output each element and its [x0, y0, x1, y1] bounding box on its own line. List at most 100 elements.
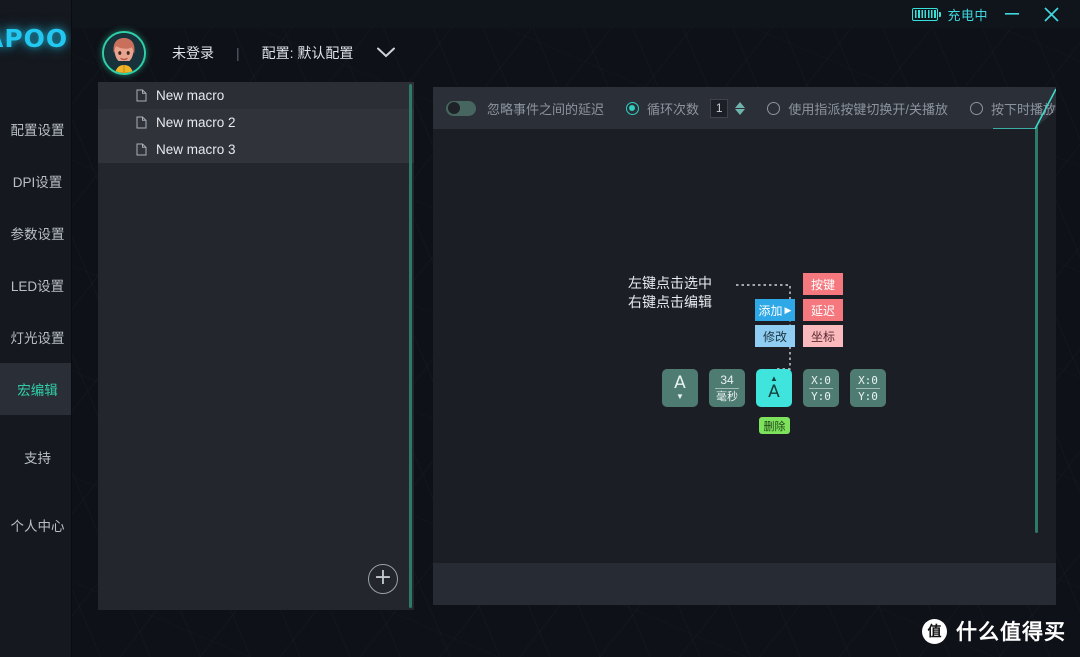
stepper-down-icon[interactable] — [735, 108, 746, 115]
list-item[interactable]: New macro — [98, 82, 414, 109]
toggle-play-label: 使用指派按键切换开/关播放 — [788, 101, 948, 117]
context-add-label: 添加 — [758, 303, 783, 318]
context-submenu-delay[interactable]: 延迟 — [803, 299, 843, 321]
sidebar-item-config[interactable]: 配置设置 — [0, 103, 71, 155]
sidebar-item-support[interactable]: 支持 — [0, 431, 71, 483]
sidebar-item-label: DPI设置 — [12, 175, 63, 190]
hint-line-1: 左键点击选中 — [628, 275, 712, 291]
app-logo: APOO — [0, 0, 71, 77]
node-key-label: A — [674, 373, 686, 393]
node-key-label: A — [768, 382, 780, 402]
header-bar: 未登录 | 配置: 默认配置 — [72, 28, 1080, 77]
list-item[interactable]: New macro 2 — [98, 109, 414, 136]
sidebar-item-dpi[interactable]: DPI设置 — [0, 155, 71, 207]
context-submenu-coordinate[interactable]: 坐标 — [803, 325, 843, 347]
context-menu-add[interactable]: 添加 ▶ — [755, 299, 795, 321]
playback-options-toolbar: 忽略事件之间的延迟 循环次数 1 使用指派按键切换开/关播放 按下时播放 — [433, 87, 1056, 129]
context-menu-modify[interactable]: 修改 — [755, 325, 795, 347]
node-delay-value: 34 — [720, 372, 734, 387]
macro-name: New macro 2 — [156, 115, 236, 130]
loop-count-stepper[interactable] — [735, 101, 746, 115]
profile-selector-label: 配置: 默认配置 — [261, 44, 354, 61]
hint-line-2: 右键点击编辑 — [628, 294, 712, 310]
node-coord-y: Y:0 — [811, 389, 831, 403]
node-divider — [809, 387, 833, 389]
sidebar-item-personal-center[interactable]: 个人中心 — [0, 499, 71, 551]
sidebar-item-label: LED设置 — [10, 279, 65, 294]
minimize-icon — [1005, 13, 1019, 15]
delete-label: 删除 — [763, 420, 786, 433]
sidebar-item-label: 宏编辑 — [17, 383, 58, 398]
node-divider — [856, 387, 880, 389]
delete-node-button[interactable]: 删除 — [759, 417, 790, 434]
sidebar-item-led[interactable]: LED设置 — [0, 259, 71, 311]
sidebar-item-macro-editor[interactable]: 宏编辑 — [0, 363, 71, 415]
press-play-option[interactable]: 按下时播放 — [969, 99, 1056, 118]
loop-count-input[interactable]: 1 — [710, 98, 729, 118]
document-icon — [136, 116, 147, 129]
sidebar-item-label: 灯光设置 — [10, 331, 65, 346]
loop-count-option[interactable]: 循环次数 — [626, 99, 699, 118]
toggle-knob — [447, 102, 460, 114]
loop-count-radio[interactable] — [626, 101, 640, 115]
sidebar-nav: 配置设置 DPI设置 参数设置 LED设置 灯光设置 宏编辑 支持 个人中心 — [0, 103, 71, 551]
context-submenu-key[interactable]: 按键 — [803, 273, 843, 295]
add-macro-button[interactable]: + — [368, 564, 398, 594]
header-separator: | — [236, 44, 240, 61]
key-down-arrow-icon: ▼ — [676, 392, 684, 401]
charge-status-label: 充电中 — [947, 7, 988, 23]
stepper-up-icon[interactable] — [735, 101, 746, 108]
toggle-play-radio[interactable] — [767, 101, 781, 115]
toggle-play-option[interactable]: 使用指派按键切换开/关播放 — [767, 99, 948, 118]
logo-text: APOO — [0, 24, 69, 53]
macro-list-panel: New macro New macro 2 New macro 3 + — [98, 82, 414, 610]
sidebar-item-label: 支持 — [24, 451, 51, 466]
editor-footer-bar — [433, 563, 1056, 605]
node-delay-unit: 毫秒 — [716, 390, 738, 403]
event-node-delay[interactable]: 34 毫秒 — [709, 369, 745, 407]
ignore-delay-label: 忽略事件之间的延迟 — [487, 101, 605, 117]
loop-count-label: 循环次数 — [647, 101, 700, 117]
submenu-coordinate-label: 坐标 — [810, 329, 835, 344]
watermark: 值 什么值得买 — [922, 616, 1066, 646]
event-node-coordinate[interactable]: X:0 Y:0 — [850, 369, 886, 407]
title-bar: 充电中 — [72, 0, 1080, 28]
macro-name: New macro 3 — [156, 142, 236, 157]
loop-count-value: 1 — [715, 101, 723, 115]
close-icon — [1043, 6, 1059, 22]
sidebar-item-parameters[interactable]: 参数设置 — [0, 207, 71, 259]
event-node-key-up[interactable]: ▲ A — [756, 369, 792, 407]
sidebar-item-label: 参数设置 — [10, 227, 65, 242]
event-node-coordinate[interactable]: X:0 Y:0 — [803, 369, 839, 407]
chevron-down-icon[interactable] — [377, 47, 396, 58]
sidebar-item-label: 配置设置 — [10, 123, 65, 138]
event-node-key-down[interactable]: A ▼ — [662, 369, 698, 407]
document-icon — [136, 89, 147, 102]
app-window: APOO 配置设置 DPI设置 参数设置 LED设置 灯光设置 宏编辑 支持 — [0, 0, 1080, 657]
close-button[interactable] — [1036, 0, 1066, 28]
battery-charging-icon — [912, 7, 942, 21]
macro-list: New macro New macro 2 New macro 3 — [98, 82, 414, 163]
node-divider — [715, 387, 739, 389]
minimize-button[interactable] — [997, 0, 1027, 28]
macro-list-scrollbar[interactable] — [409, 84, 412, 608]
avatar[interactable] — [102, 30, 146, 75]
document-icon — [136, 143, 147, 156]
macro-name: New macro — [156, 88, 225, 103]
title-bar-controls: 充电中 — [912, 0, 1066, 28]
press-play-radio[interactable] — [969, 101, 983, 115]
submenu-key-label: 按键 — [810, 277, 835, 292]
login-status-label: 未登录 — [172, 44, 214, 61]
ignore-delay-toggle[interactable] — [446, 100, 476, 116]
battery-bars — [914, 10, 936, 18]
node-coord-x: X:0 — [858, 373, 878, 387]
context-modify-label: 修改 — [762, 329, 787, 344]
list-item[interactable]: New macro 3 — [98, 136, 414, 163]
press-play-label: 按下时播放 — [990, 101, 1056, 117]
sidebar-item-lighting[interactable]: 灯光设置 — [0, 311, 71, 363]
submenu-delay-label: 延迟 — [810, 303, 835, 318]
macro-editor-canvas: 左键点击选中 右键点击编辑 添加 ▶ 修改 按键 延迟 坐标 A ▼ 34 毫秒… — [433, 129, 1056, 563]
user-avatar-icon — [104, 32, 144, 73]
plus-icon: + — [373, 565, 393, 590]
submenu-arrow-icon: ▶ — [784, 304, 792, 315]
